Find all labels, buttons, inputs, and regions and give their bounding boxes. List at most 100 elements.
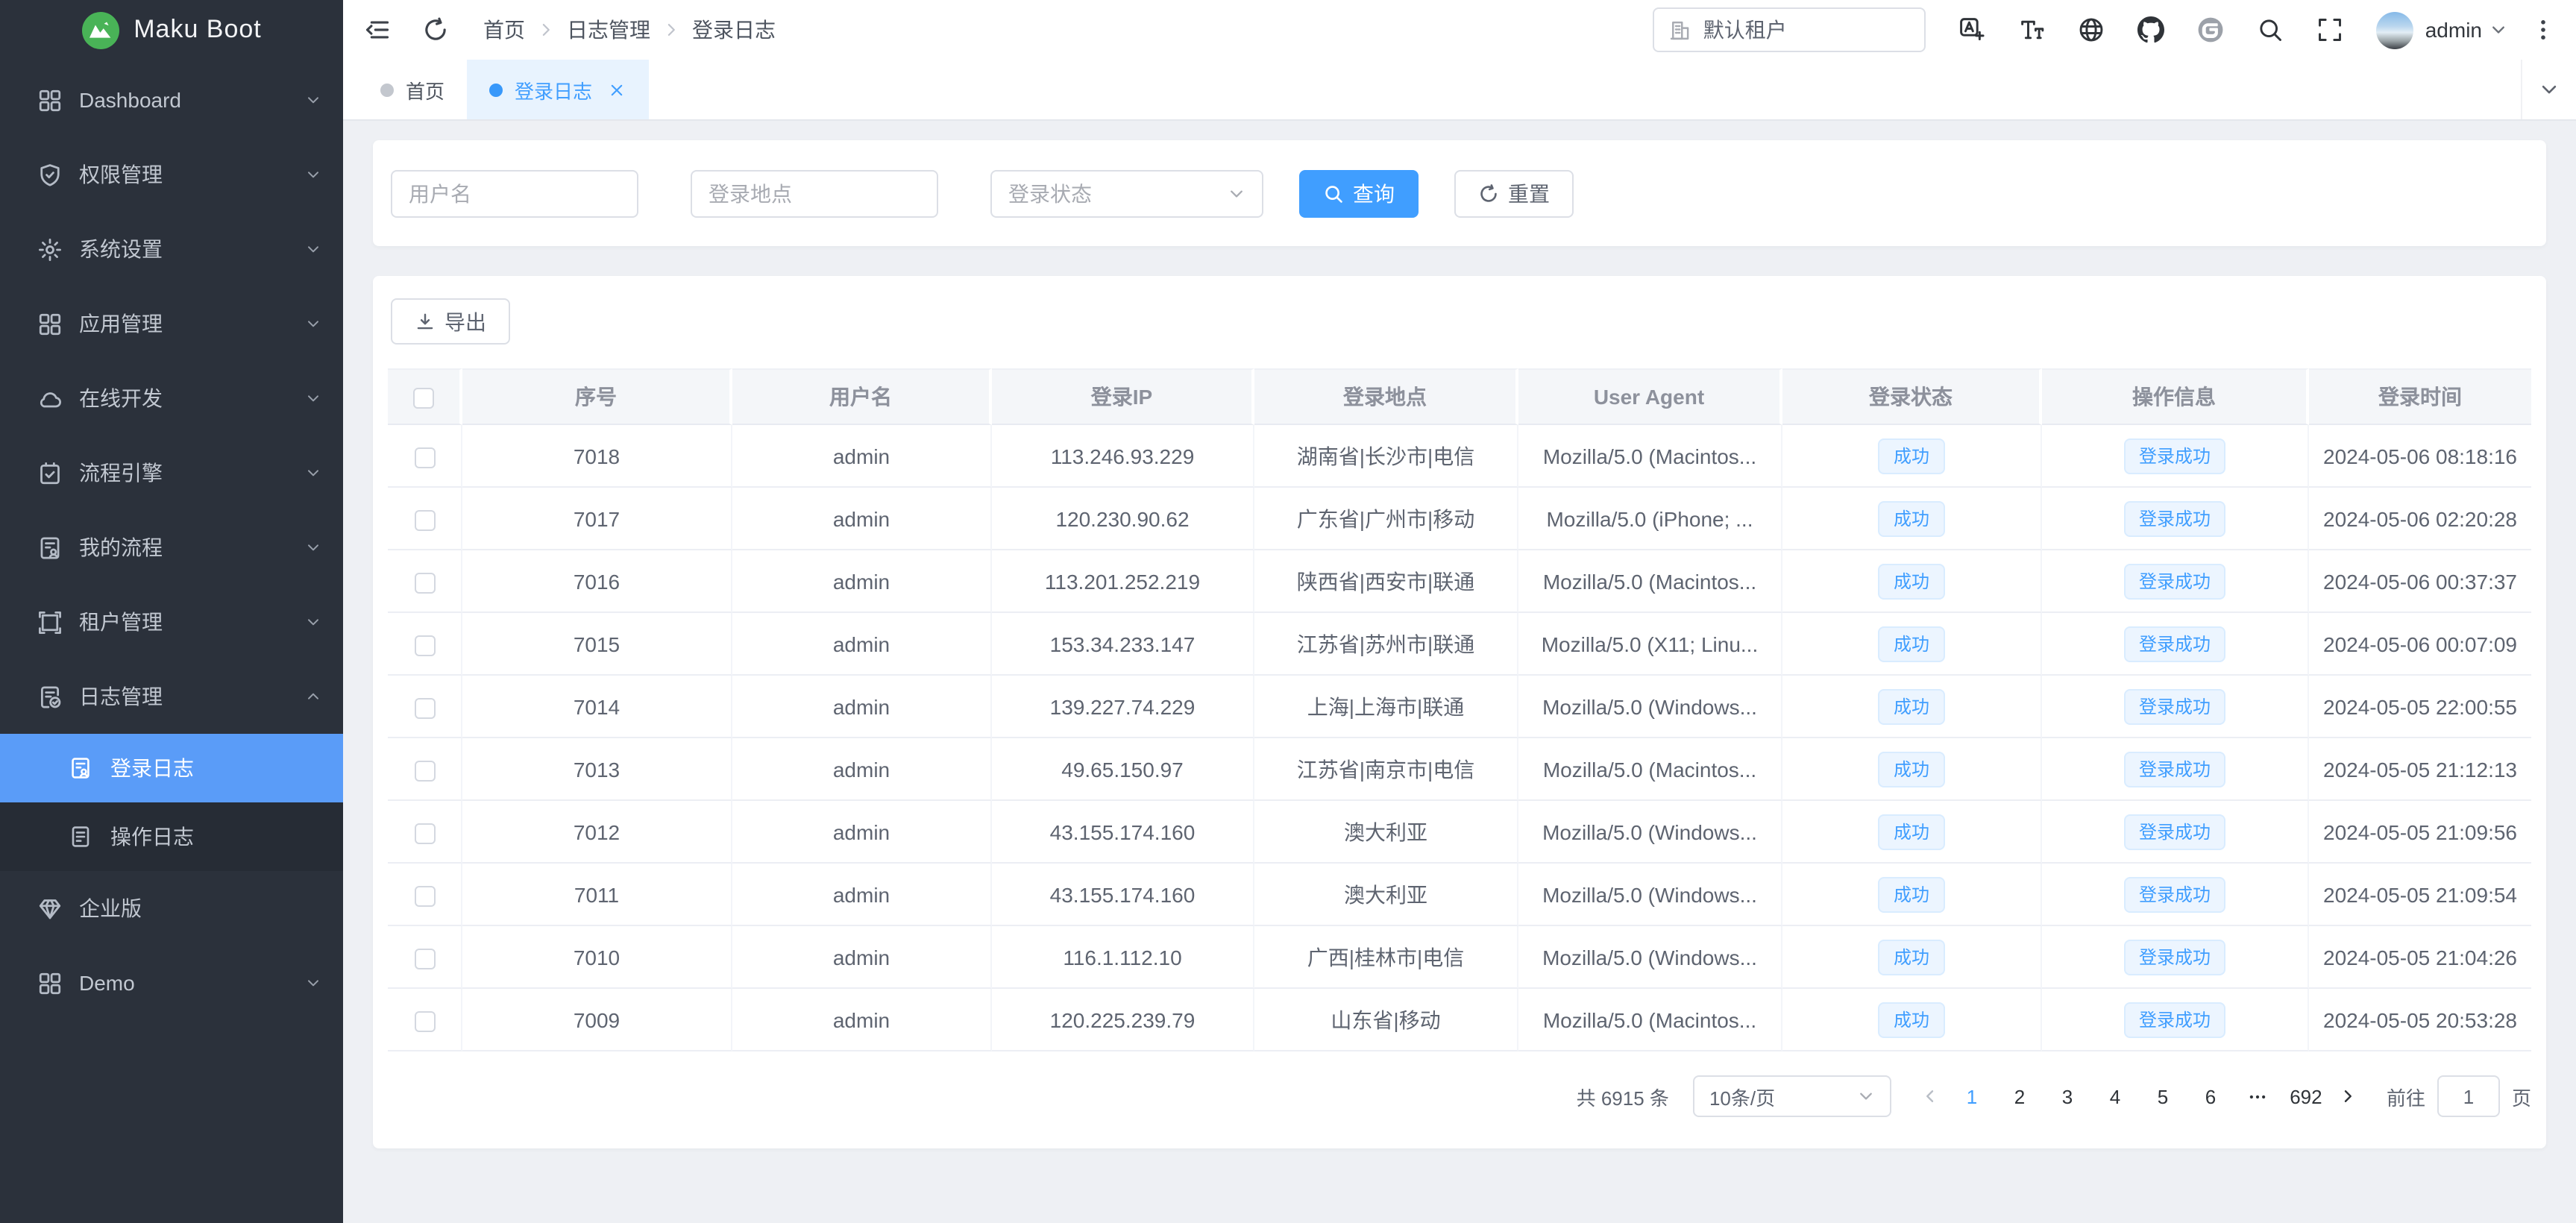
status-badge: 成功: [1879, 563, 1944, 599]
globe-icon[interactable]: [2078, 16, 2105, 43]
pager-page-1[interactable]: 1: [1953, 1075, 1991, 1117]
row-login-time: 2024-05-06 02:20:28: [2309, 488, 2531, 550]
row-checkbox[interactable]: [414, 1010, 435, 1031]
row-checkbox[interactable]: [414, 823, 435, 843]
sidebar-item-login-log[interactable]: 登录日志: [0, 734, 343, 802]
tenant-icon: [37, 609, 63, 635]
status-badge: 成功: [1879, 939, 1944, 975]
sidebar-item-my-flow[interactable]: 我的流程: [0, 510, 343, 585]
row-checkbox[interactable]: [414, 885, 435, 906]
search-icon[interactable]: [2257, 16, 2284, 43]
sidebar-item-operate-log[interactable]: 操作日志: [0, 802, 343, 871]
row-status: 成功: [1782, 550, 2042, 613]
row-checkbox[interactable]: [414, 635, 435, 655]
operation-badge: 登录成功: [2124, 814, 2225, 849]
breadcrumb: 首页 日志管理 登录日志: [483, 15, 776, 45]
table-header-row: 序号用户名登录IP登录地点User Agent登录状态操作信息登录时间: [388, 368, 2531, 425]
tabs-dropdown-button[interactable]: [2521, 60, 2576, 119]
tenant-select[interactable]: 默认租户: [1653, 7, 1926, 52]
sidebar-item-workflow[interactable]: 流程引擎: [0, 436, 343, 510]
row-select-cell: [388, 989, 462, 1051]
sidebar-item-log[interactable]: 日志管理: [0, 659, 343, 734]
close-icon[interactable]: [607, 80, 626, 99]
prev-page-button[interactable]: [1912, 1075, 1948, 1117]
row-username: admin: [732, 676, 992, 738]
pager-page-5[interactable]: 5: [2143, 1075, 2182, 1117]
column-header: 操作信息: [2042, 368, 2309, 425]
status-filter-select[interactable]: 登录状态: [990, 169, 1263, 217]
log-icon: [37, 684, 63, 709]
chevron-down-icon: [304, 538, 322, 556]
gitee-icon[interactable]: [2197, 16, 2224, 43]
table-row: 7011admin43.155.174.160澳大利亚Mozilla/5.0 (…: [388, 864, 2531, 926]
row-checkbox[interactable]: [414, 572, 435, 593]
row-checkbox[interactable]: [414, 760, 435, 781]
row-checkbox[interactable]: [414, 447, 435, 468]
sidebar-item-label: Demo: [79, 971, 135, 995]
username: admin: [2425, 18, 2482, 42]
row-location: 广西|桂林市|电信: [1254, 926, 1518, 989]
row-no: 7009: [462, 989, 732, 1051]
sidebar-item-tenant[interactable]: 租户管理: [0, 585, 343, 659]
row-user-agent: Mozilla/5.0 (Macintos...: [1518, 989, 1782, 1051]
chevron-down-icon: [2539, 79, 2560, 100]
row-select-cell: [388, 550, 462, 613]
breadcrumb-item[interactable]: 登录日志: [692, 15, 776, 45]
page-size-select[interactable]: 10条/页: [1693, 1075, 1891, 1117]
row-select-cell: [388, 738, 462, 801]
search-button[interactable]: 查询: [1299, 169, 1419, 217]
row-checkbox[interactable]: [414, 509, 435, 530]
goto-page-input[interactable]: [2437, 1075, 2500, 1117]
tab-label: 登录日志: [515, 75, 592, 104]
sidebar-item-online-dev[interactable]: 在线开发: [0, 361, 343, 436]
sidebar-item-label: 我的流程: [79, 532, 163, 562]
breadcrumb-item[interactable]: 日志管理: [567, 15, 650, 45]
sidebar-item-dashboard[interactable]: Dashboard: [0, 63, 343, 137]
reset-button[interactable]: 重置: [1454, 169, 1574, 217]
row-checkbox[interactable]: [414, 948, 435, 969]
export-button[interactable]: 导出: [391, 298, 510, 345]
sidebar-item-enterprise[interactable]: 企业版: [0, 871, 343, 946]
status-select-placeholder: 登录状态: [1008, 178, 1092, 208]
sidebar-item-demo[interactable]: Demo: [0, 946, 343, 1020]
breadcrumb-item[interactable]: 首页: [483, 15, 525, 45]
pager-page-3[interactable]: 3: [2048, 1075, 2087, 1117]
sidebar-item-permission[interactable]: 权限管理: [0, 137, 343, 212]
row-login-ip: 113.246.93.229: [992, 425, 1254, 488]
operation-badge: 登录成功: [2124, 939, 2225, 975]
user-menu[interactable]: admin: [2376, 11, 2507, 48]
page-list: 123456 692: [1948, 1075, 2330, 1117]
username-filter-input[interactable]: [391, 169, 638, 217]
sidebar-item-application[interactable]: 应用管理: [0, 286, 343, 361]
row-no: 7010: [462, 926, 732, 989]
row-login-time: 2024-05-05 21:09:54: [2309, 864, 2531, 926]
pager-page-2[interactable]: 2: [2000, 1075, 2039, 1117]
select-all-checkbox[interactable]: [413, 388, 434, 409]
row-checkbox[interactable]: [414, 697, 435, 718]
tab-登录日志[interactable]: 登录日志: [467, 60, 649, 119]
next-page-button[interactable]: [2330, 1075, 2366, 1117]
logo-icon: [81, 11, 119, 48]
chevron-down-icon: [304, 613, 322, 631]
github-icon[interactable]: [2137, 16, 2164, 43]
font-size-icon[interactable]: [2018, 16, 2045, 43]
language-icon[interactable]: [1958, 16, 1985, 43]
sidebar-item-system[interactable]: 系统设置: [0, 212, 343, 286]
apps-icon: [37, 311, 63, 336]
pager-more[interactable]: [2239, 1075, 2278, 1117]
row-status: 成功: [1782, 989, 2042, 1051]
pager-page-6[interactable]: 6: [2191, 1075, 2230, 1117]
pager-page-692[interactable]: 692: [2287, 1075, 2325, 1117]
location-filter-input[interactable]: [691, 169, 938, 217]
sidebar-item-label: 应用管理: [79, 309, 163, 339]
row-username: admin: [732, 425, 992, 488]
tab-dot: [489, 83, 503, 96]
row-status: 成功: [1782, 926, 2042, 989]
pager-page-4[interactable]: 4: [2096, 1075, 2134, 1117]
gear-icon: [37, 236, 63, 262]
tab-首页[interactable]: 首页: [358, 60, 467, 119]
fullscreen-icon[interactable]: [2316, 16, 2343, 43]
refresh-icon[interactable]: [422, 16, 449, 43]
collapse-sidebar-icon[interactable]: [364, 16, 391, 43]
kebab-menu-icon[interactable]: [2531, 18, 2555, 42]
